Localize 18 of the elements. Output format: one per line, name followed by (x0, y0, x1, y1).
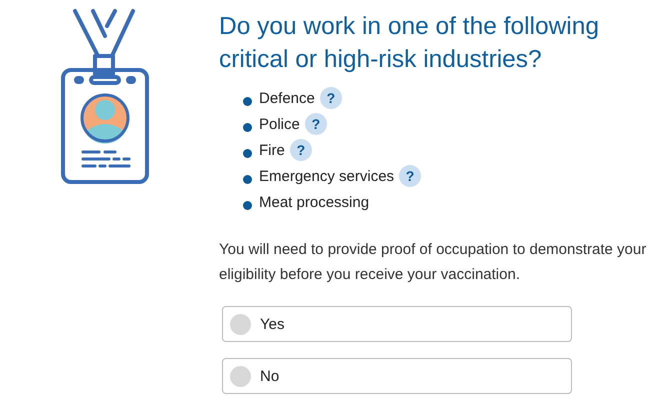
answer-option[interactable]: No (222, 358, 572, 394)
help-button[interactable]: ? (290, 139, 312, 161)
industry-label: Police (259, 116, 300, 132)
industry-label: Emergency services (259, 168, 394, 184)
bullet-icon (243, 122, 252, 132)
question-title: Do you work in one of the following critical or high-risk industries? (219, 12, 600, 75)
help-button[interactable]: ? (320, 87, 342, 109)
industry-label: Defence (259, 90, 315, 106)
help-button[interactable]: ? (304, 113, 327, 135)
industry-label: Meat processing (259, 194, 370, 210)
bullet-icon (243, 200, 252, 210)
proof-note: You will need to provide proof of occupation to demonstrate your eligibility before you receive your vaccination. (219, 240, 648, 285)
bullet-icon (243, 148, 252, 158)
bullet-icon (243, 96, 252, 106)
help-button[interactable]: ? (399, 165, 422, 187)
industry-label: Fire (259, 142, 285, 158)
answer-option[interactable]: Yes (222, 306, 572, 342)
bullet-icon (243, 174, 252, 184)
